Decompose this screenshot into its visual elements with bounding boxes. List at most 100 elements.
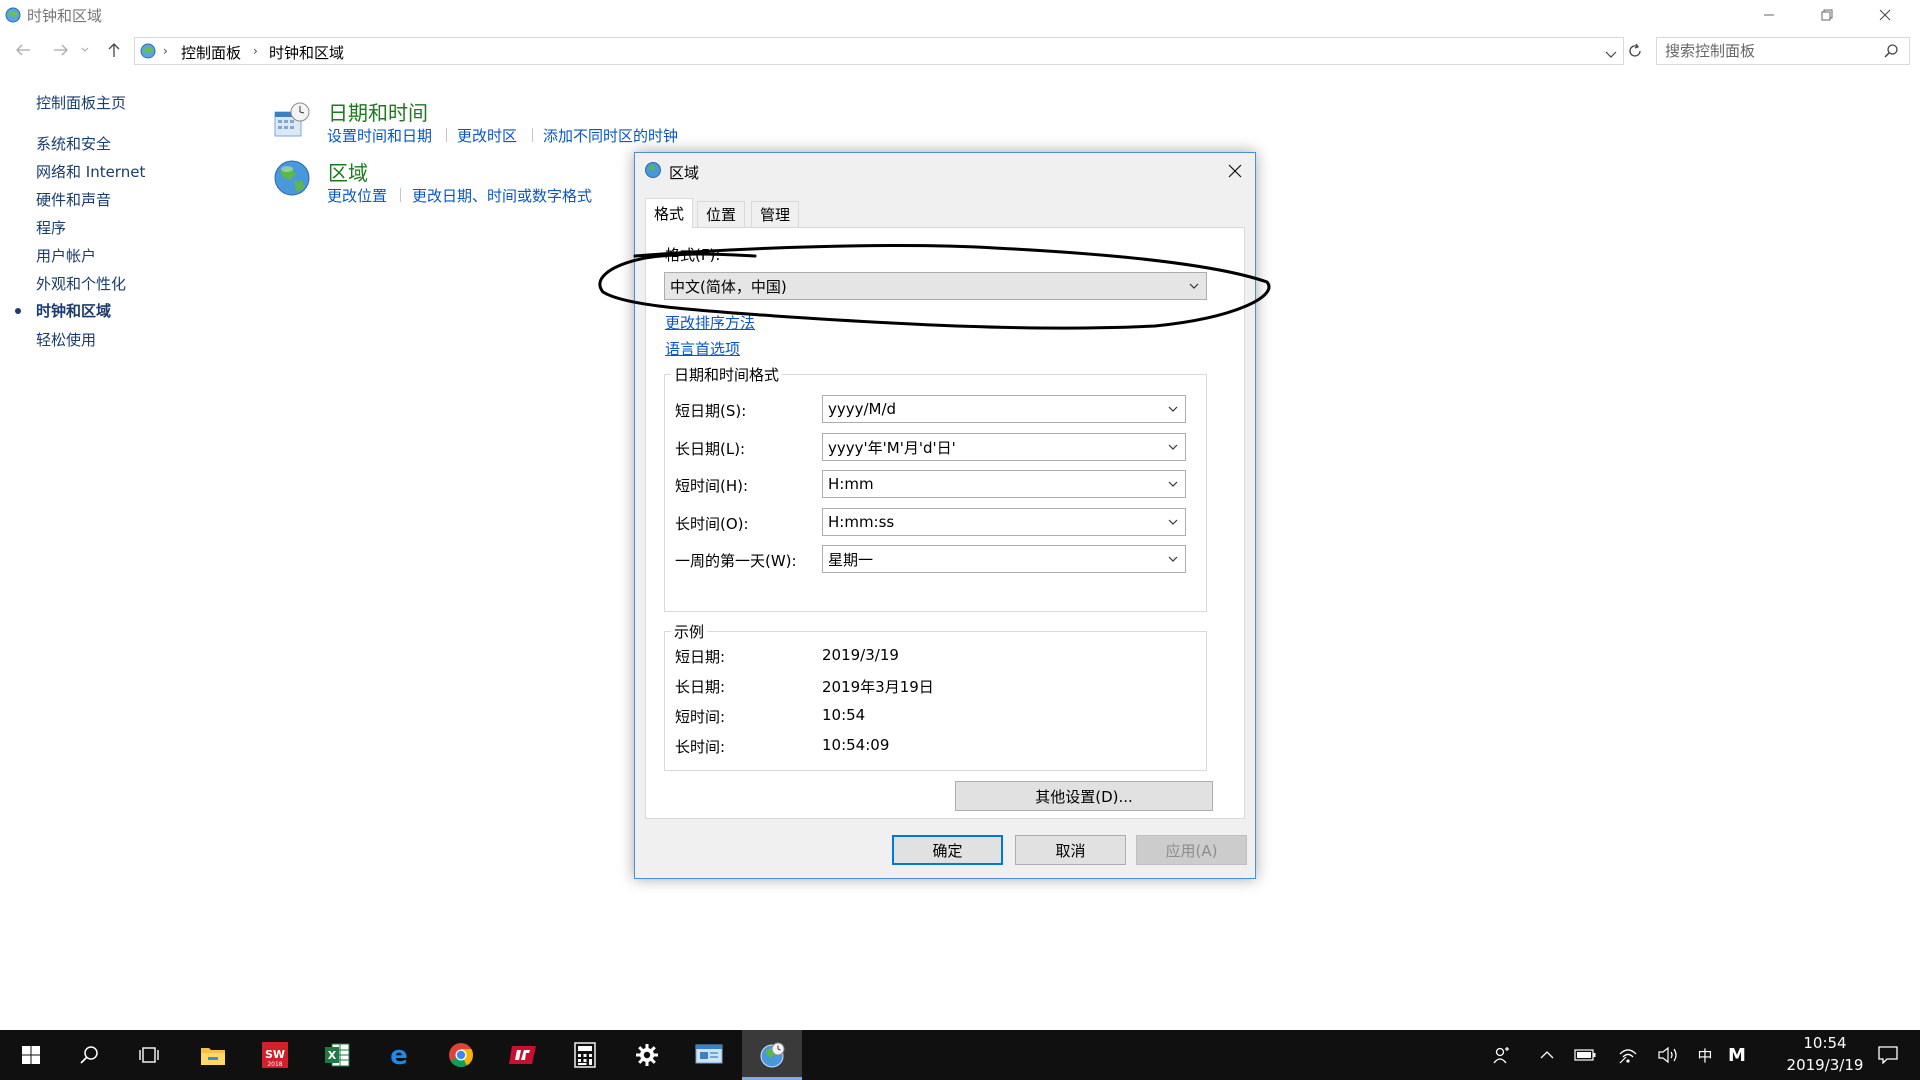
chevron-down-icon [1168,519,1178,525]
search-input[interactable] [1657,38,1872,64]
control-panel-icon [4,6,22,24]
calculator-icon[interactable] [556,1030,614,1080]
long-date-select[interactable]: yyyy'年'M'月'd'日' [822,433,1186,461]
sidebar-item-clock-region[interactable]: 时钟和区域 [36,300,111,321]
category-title-date-time[interactable]: 日期和时间 [328,97,428,126]
link-add-clocks[interactable]: 添加不同时区的时钟 [543,125,678,146]
long-time-label: 长时间(O): [675,515,749,533]
sidebar-item-network[interactable]: 网络和 Internet [36,161,145,182]
show-hidden-icons-chevron-icon[interactable] [1530,1030,1564,1080]
title-bar: 时钟和区域 [0,0,1920,30]
volume-icon[interactable] [1650,1030,1686,1080]
tab-location[interactable]: 位置 [697,201,746,227]
chevron-down-icon [1168,481,1178,487]
link-change-timezone[interactable]: 更改时区 [457,125,517,146]
back-arrow-icon[interactable] [8,36,38,64]
close-button[interactable] [1856,0,1914,30]
search-box[interactable] [1656,37,1910,65]
chevron-down-icon [1168,556,1178,562]
dialog-title: 区域 [669,164,700,182]
examples-group: 示例 短日期: 2019/3/19 长日期: 2019年3月19日 短时间: 1… [664,621,1207,771]
breadcrumb-clock-region[interactable]: 时钟和区域 [269,42,344,63]
sidebar-item-hardware-sound[interactable]: 硬件和声音 [36,189,111,210]
control-panel-icon [139,42,157,64]
apply-button[interactable]: 应用(A) [1136,835,1247,865]
sidebar-item-system-security[interactable]: 系统和安全 [36,133,111,154]
chrome-icon[interactable] [432,1030,490,1080]
short-time-select[interactable]: H:mm [822,470,1186,498]
dialog-close-button[interactable] [1217,155,1253,187]
group-title-datetime-formats: 日期和时间格式 [671,364,783,385]
first-day-of-week-value: 星期一 [828,550,874,569]
sidebar-item-appearance[interactable]: 外观和个性化 [36,273,126,294]
short-date-select[interactable]: yyyy/M/d [822,395,1186,423]
region-taskbar-icon[interactable] [742,1030,802,1080]
tab-format[interactable]: 格式 [645,198,694,228]
wifi-icon[interactable] [1610,1030,1646,1080]
long-time-value: H:mm:ss [828,513,895,531]
file-explorer-icon[interactable] [184,1030,242,1080]
restore-button[interactable] [1798,0,1856,30]
link-change-formats[interactable]: 更改日期、时间或数字格式 [412,185,592,206]
group-title-examples: 示例 [671,621,708,642]
people-icon[interactable] [1484,1030,1520,1080]
search-icon[interactable] [1883,43,1899,63]
svg-text:X: X [328,1049,337,1062]
search-icon[interactable] [60,1030,118,1080]
edge-icon[interactable]: e [370,1030,428,1080]
control-panel-taskbar-icon[interactable] [680,1030,738,1080]
taskbar: SW 2018 X e 中 M 10:54 2019/3/19 [0,1030,1920,1080]
short-time-value: H:mm [828,475,874,493]
forward-arrow-icon[interactable] [46,36,76,64]
short-time-label: 短时间(H): [675,477,749,495]
sidebar-item-programs[interactable]: 程序 [36,217,66,238]
battery-icon[interactable] [1568,1030,1602,1080]
ime-mode-indicator[interactable]: M [1722,1030,1752,1080]
up-arrow-icon[interactable] [102,36,126,64]
link-separator [446,128,447,142]
region-globe-icon[interactable] [272,158,312,202]
first-day-of-week-label: 一周的第一天(W): [675,552,797,570]
long-time-select[interactable]: H:mm:ss [822,508,1186,536]
task-view-icon[interactable] [120,1030,178,1080]
breadcrumb-control-panel[interactable]: 控制面板 [181,42,241,63]
tab-administrative[interactable]: 管理 [751,201,800,227]
notification-center-icon[interactable] [1860,1030,1916,1080]
link-language-preferences[interactable]: 语言首选项 [665,338,740,359]
sidebar-item-home[interactable]: 控制面板主页 [36,92,126,113]
link-separator [532,128,533,142]
cancel-button[interactable]: 取消 [1015,835,1126,865]
ok-button[interactable]: 确定 [892,835,1003,865]
excel-icon[interactable]: X [308,1030,366,1080]
window-title: 时钟和区域 [27,7,103,25]
active-item-bullet [15,308,21,314]
first-day-of-week-select[interactable]: 星期一 [822,545,1186,573]
settings-gear-icon[interactable] [618,1030,676,1080]
ime-language-indicator[interactable]: 中 [1690,1030,1720,1080]
date-time-icon[interactable] [272,100,312,144]
minimize-button[interactable] [1740,0,1798,30]
refresh-icon[interactable] [1622,37,1648,65]
breadcrumb-separator-icon[interactable]: › [163,44,168,58]
example-long-time-label: 长时间: [675,738,726,756]
breadcrumb-separator-icon[interactable]: › [253,44,258,58]
other-settings-button[interactable]: 其他设置(D)... [955,781,1213,811]
link-set-time-date[interactable]: 设置时间和日期 [327,125,432,146]
address-bar[interactable]: › 控制面板 › 时钟和区域 [134,37,1624,65]
svg-text:e: e [390,1042,408,1068]
example-short-date-value: 2019/3/19 [822,646,899,664]
chevron-down-icon [1168,406,1178,412]
solidworks-icon[interactable]: SW 2018 [246,1030,304,1080]
address-dropdown-chevron-icon[interactable] [1605,46,1617,64]
example-long-time-value: 10:54:09 [822,736,890,754]
example-short-time-value: 10:54 [822,706,866,724]
recent-locations-chevron-icon[interactable] [78,36,92,64]
sidebar-item-user-accounts[interactable]: 用户帐户 [36,245,96,266]
category-title-region[interactable]: 区域 [328,157,368,186]
start-windows-icon[interactable] [2,1030,60,1080]
link-change-location[interactable]: 更改位置 [327,185,387,206]
svg-text:2018: 2018 [267,1061,282,1068]
red-app-icon[interactable] [494,1030,552,1080]
sidebar-item-ease-of-access[interactable]: 轻松使用 [36,329,96,350]
example-long-date-label: 长日期: [675,678,726,696]
